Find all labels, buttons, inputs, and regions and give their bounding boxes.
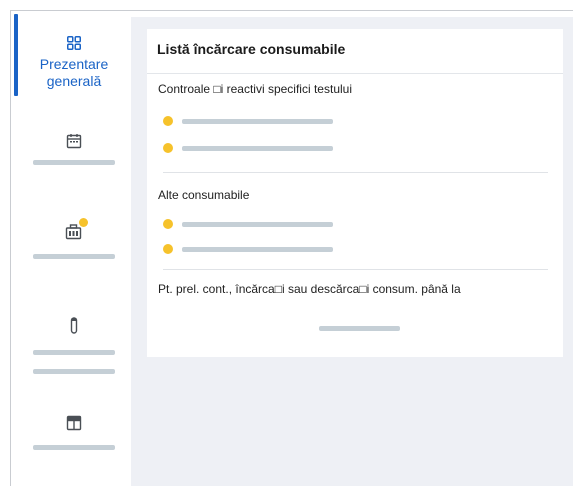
status-dot [163,116,173,126]
nav-window[interactable] [18,415,130,450]
status-dot [163,219,173,229]
main-content: Listă încărcare consumabile Controale □i… [131,17,573,486]
grid-icon [67,36,81,50]
bag-icon [65,218,88,240]
title-divider [147,73,563,74]
card-title: Listă încărcare consumabile [157,41,346,57]
window-icon [66,415,82,431]
nav-tube-placeholder-1 [33,350,115,355]
sidebar: Prezentare generală [18,11,130,486]
status-dot [163,244,173,254]
item-placeholder [182,119,333,124]
tube-icon [70,317,78,335]
item-placeholder [182,222,333,227]
section-divider [163,172,548,173]
section-test-specific: Controale □i reactivi specifici testului [158,82,352,96]
notification-badge [79,218,88,227]
section-other-consumables: Alte consumabile [158,188,250,202]
nav-consumables-placeholder [33,254,115,259]
item-placeholder [182,146,333,151]
item-placeholder [182,247,333,252]
nav-calendar[interactable] [18,133,130,165]
nav-calendar-placeholder [33,160,115,165]
nav-overview[interactable]: Prezentare generală [18,36,130,90]
nav-window-placeholder [33,445,115,450]
nav-overview-label: Prezentare generală [39,56,109,89]
nav-tube[interactable] [18,317,130,374]
calendar-icon [66,133,82,149]
nav-tube-placeholder-2 [33,369,115,374]
status-dot [163,143,173,153]
footer-note: Pt. prel. cont., încărca□i sau descărca□… [158,282,461,296]
section-divider [163,269,548,270]
consumables-card: Listă încărcare consumabile Controale □i… [147,29,563,357]
nav-consumables[interactable] [18,218,130,259]
footer-placeholder [319,326,400,331]
